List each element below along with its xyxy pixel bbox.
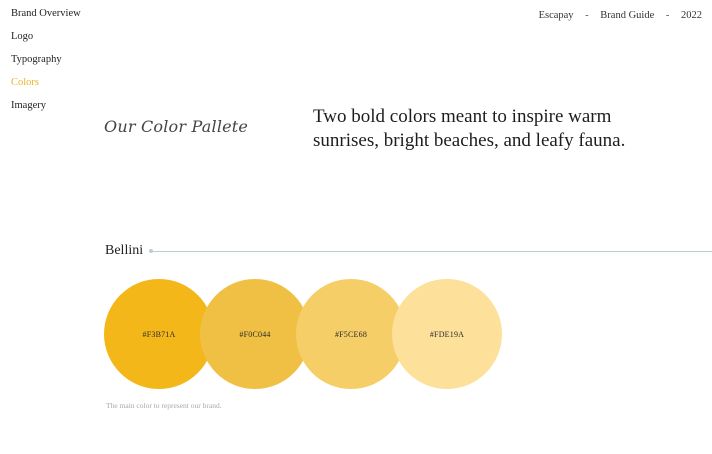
header-separator: - bbox=[665, 10, 670, 21]
header-separator: - bbox=[585, 10, 589, 21]
color-swatch: #FDE19A bbox=[392, 279, 502, 389]
palette-caption: The main color to represent our brand. bbox=[106, 401, 222, 410]
header-guide: Brand Guide bbox=[600, 10, 655, 21]
color-swatch: #F5CE68 bbox=[296, 279, 406, 389]
sidebar-nav: Brand Overview Logo Typography Colors Im… bbox=[11, 8, 81, 123]
swatch-hex-label: #FDE19A bbox=[429, 329, 465, 339]
swatch-hex-label: #F3B71A bbox=[142, 329, 176, 339]
sidebar-item-typography[interactable]: Typography bbox=[11, 54, 81, 66]
header-year: 2022 bbox=[681, 10, 702, 21]
intro-text: Two bold colors meant to inspire warm su… bbox=[313, 106, 626, 151]
color-swatch: #F3B71A bbox=[104, 279, 214, 389]
sidebar-item-imagery[interactable]: Imagery bbox=[11, 100, 81, 112]
sidebar-item-brand-overview[interactable]: Brand Overview bbox=[11, 8, 81, 20]
sidebar-item-logo[interactable]: Logo bbox=[11, 31, 81, 43]
section-divider bbox=[149, 249, 712, 253]
swatch-hex-label: #F5CE68 bbox=[334, 329, 368, 339]
page-title: Our Color Pallete bbox=[104, 117, 249, 136]
palette-section-title: Bellini bbox=[105, 243, 144, 258]
header-breadcrumb: Escapay - Brand Guide - 2022 bbox=[539, 10, 702, 21]
color-swatch: #F0C044 bbox=[200, 279, 310, 389]
header-brand: Escapay bbox=[538, 10, 574, 21]
swatch-hex-label: #F0C044 bbox=[239, 329, 271, 339]
sidebar-item-colors[interactable]: Colors bbox=[11, 77, 81, 89]
